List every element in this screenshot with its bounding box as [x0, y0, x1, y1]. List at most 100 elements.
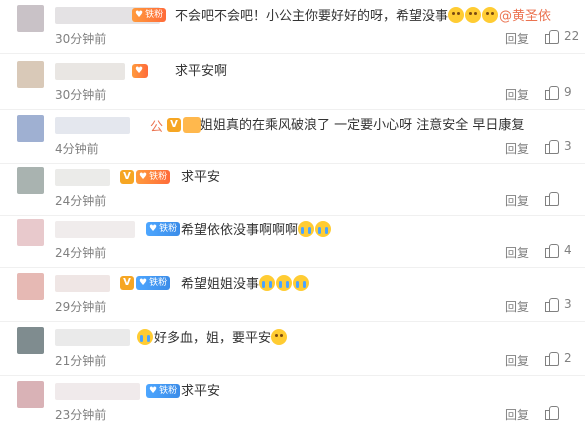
- like-button[interactable]: 4: [545, 243, 572, 258]
- comment-item: ♥ 铁粉 不会吧不会吧！小公主你要好好的呀，希望没事 @黄圣依 30分钟前 回复 22: [0, 0, 585, 54]
- timestamp: 21分钟前: [55, 354, 107, 368]
- avatar-image: [17, 327, 44, 354]
- thumbs-up-icon: [545, 85, 559, 100]
- crying-emoji-icon: [298, 221, 315, 237]
- reply-button[interactable]: 回复: [505, 140, 529, 157]
- username-tail: 公: [150, 119, 164, 135]
- timestamp: 30分钟前: [55, 88, 107, 102]
- comment-item: ♥ 铁粉 求平安 23分钟前 回复: [0, 376, 585, 428]
- like-count: 3: [564, 139, 572, 153]
- comment-item: 好多血，姐，要平安 21分钟前 回复 2: [0, 322, 585, 376]
- timestamp: 4分钟前: [55, 142, 99, 156]
- avatar-image: [17, 167, 44, 194]
- username-blurred[interactable]: [55, 63, 125, 80]
- avatar[interactable]: [17, 381, 44, 408]
- user-badges: V ♥ 铁粉: [120, 168, 171, 186]
- username-blurred[interactable]: [55, 329, 130, 346]
- comment-body: 求平安: [181, 170, 221, 185]
- fan-badge: ♥ 铁粉: [136, 276, 171, 290]
- reply-button[interactable]: 回复: [505, 298, 529, 315]
- avatar-image: [17, 219, 44, 246]
- username-blurred[interactable]: [55, 383, 140, 400]
- heart-icon: ♥: [135, 10, 144, 20]
- thumbs-up-icon: [545, 243, 559, 258]
- thumbs-up-icon: [545, 297, 559, 312]
- timestamp: 29分钟前: [55, 300, 107, 314]
- loudspeaker-badge-icon: [183, 117, 202, 133]
- heart-icon: ♥: [139, 278, 148, 288]
- avatar-image: [17, 5, 44, 32]
- like-button[interactable]: 2: [545, 351, 572, 366]
- crying-emoji-icon: [293, 275, 310, 291]
- fan-badge-label: 铁粉: [149, 172, 168, 182]
- fan-badge: ♥: [132, 64, 149, 78]
- avatar-image: [17, 273, 44, 300]
- crying-emoji-icon: [259, 275, 276, 291]
- comment-body: 不会吧不会吧！小公主你要好好的呀，希望没事: [175, 9, 449, 24]
- avatar[interactable]: [17, 273, 44, 300]
- timestamp: 24分钟前: [55, 194, 107, 208]
- like-count: 4: [564, 243, 572, 257]
- reply-button[interactable]: 回复: [505, 406, 529, 423]
- like-button[interactable]: 3: [545, 139, 572, 154]
- avatar[interactable]: [17, 5, 44, 32]
- mention-link[interactable]: @黄圣依: [499, 9, 551, 24]
- sad-emoji-icon: [482, 7, 499, 23]
- like-button[interactable]: [545, 191, 564, 206]
- reply-button[interactable]: 回复: [505, 30, 529, 47]
- vip-badge-icon: V: [167, 118, 182, 132]
- fan-badge: ♥ 铁粉: [132, 8, 167, 22]
- avatar[interactable]: [17, 167, 44, 194]
- comment-body: 希望姐姐没事: [181, 277, 260, 292]
- vip-badge-icon: V: [120, 276, 134, 290]
- reply-button[interactable]: 回复: [505, 244, 529, 261]
- avatar-image: [17, 115, 44, 142]
- username-blurred[interactable]: [55, 221, 135, 238]
- sad-emoji-icon: [448, 7, 465, 23]
- avatar[interactable]: [17, 115, 44, 142]
- timestamp: 24分钟前: [55, 246, 107, 260]
- heart-icon: ♥: [149, 224, 158, 234]
- reply-button[interactable]: 回复: [505, 192, 529, 209]
- crying-emoji-icon: [137, 329, 153, 345]
- like-button[interactable]: 22: [545, 29, 579, 44]
- timestamp: 30分钟前: [55, 32, 107, 46]
- comment-text: 希望依依没事啊啊啊: [181, 221, 332, 239]
- sad-emoji-icon: [271, 329, 288, 345]
- comment-body: 求平安: [181, 384, 221, 399]
- timestamp: 23分钟前: [55, 408, 107, 422]
- like-button[interactable]: 9: [545, 85, 572, 100]
- username-blurred[interactable]: [55, 117, 130, 134]
- crying-emoji-icon: [276, 275, 293, 291]
- comment-text: 好多血，姐，要平安: [137, 329, 288, 347]
- avatar-image: [17, 381, 44, 408]
- fan-badge-label: 铁粉: [159, 224, 178, 234]
- like-count: 2: [564, 351, 572, 365]
- username-blurred[interactable]: [55, 275, 110, 292]
- user-badges: V ♥ 铁粉: [120, 274, 171, 292]
- username-blurred[interactable]: [55, 169, 110, 186]
- user-badges: ♥ 铁粉: [132, 6, 167, 24]
- fan-badge: ♥ 铁粉: [146, 384, 181, 398]
- heart-icon: ♥: [149, 386, 158, 396]
- like-button[interactable]: 3: [545, 297, 572, 312]
- user-badges: 公V: [150, 116, 202, 135]
- thumbs-up-icon: [545, 351, 559, 366]
- reply-button[interactable]: 回复: [505, 352, 529, 369]
- comment-text: 求平安: [181, 383, 220, 400]
- comment-body: 姐姐真的在乘风破浪了 一定要小心呀 注意安全 早日康复: [200, 118, 525, 133]
- thumbs-up-icon: [545, 139, 559, 154]
- reply-button[interactable]: 回复: [505, 86, 529, 103]
- like-button[interactable]: [545, 405, 564, 420]
- comment-body: 好多血，姐，要平安: [154, 331, 272, 346]
- avatar[interactable]: [17, 61, 44, 88]
- avatar[interactable]: [17, 327, 44, 354]
- fan-badge: ♥ 铁粉: [146, 222, 181, 236]
- user-badges: ♥: [132, 62, 149, 80]
- like-count: 9: [564, 85, 572, 99]
- fan-badge-label: 铁粉: [145, 10, 164, 20]
- sad-emoji-icon: [465, 7, 482, 23]
- comment-item: ♥ 铁粉 希望依依没事啊啊啊 24分钟前 回复 4: [0, 214, 585, 268]
- fan-badge-label: 铁粉: [159, 386, 178, 396]
- avatar[interactable]: [17, 219, 44, 246]
